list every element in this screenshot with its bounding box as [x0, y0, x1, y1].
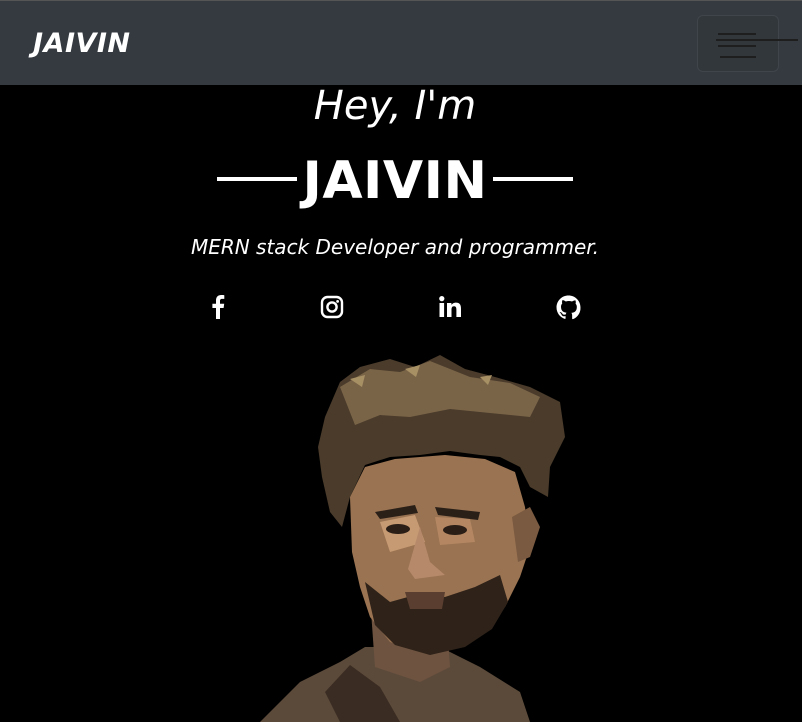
greeting-text: Hey, I'm [313, 85, 477, 129]
linkedin-icon [438, 295, 462, 319]
hero-section: Hey, I'm JAIVIN MERN stack Developer and… [0, 85, 802, 722]
navbar-toggle-button[interactable] [697, 15, 798, 72]
tagline: MERN stack Developer and programmer. [190, 235, 600, 259]
name-heading: JAIVIN [0, 151, 790, 211]
name-text: JAIVIN [302, 151, 488, 211]
github-link[interactable] [555, 294, 581, 320]
left-dash [217, 177, 298, 181]
instagram-icon [320, 295, 344, 319]
brand-logo[interactable]: JAIVIN [33, 28, 131, 59]
linkedin-link[interactable] [437, 294, 463, 320]
profile-portrait [230, 347, 590, 722]
instagram-link[interactable] [319, 294, 345, 320]
navbar: JAIVIN [0, 0, 802, 85]
facebook-icon [211, 295, 225, 319]
right-dash [492, 177, 573, 181]
github-icon [556, 295, 581, 320]
facebook-link[interactable] [205, 294, 231, 320]
